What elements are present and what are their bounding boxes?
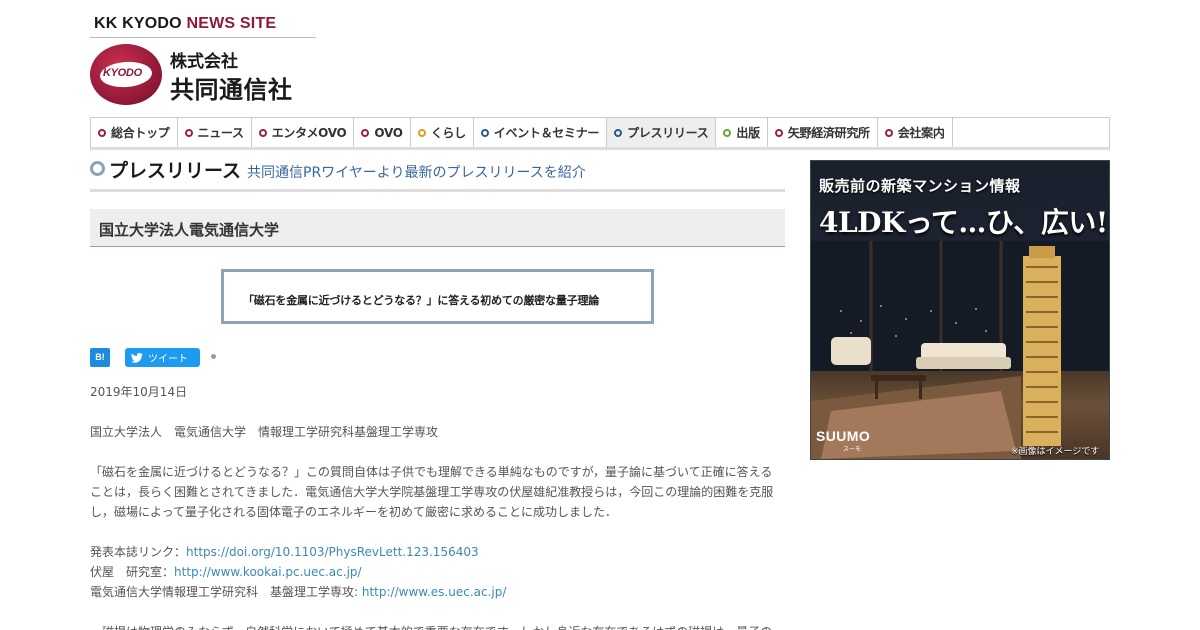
tweet-button[interactable]: ツイート (125, 348, 200, 367)
section-divider (90, 189, 785, 192)
nav-item-yano[interactable]: 矢野経済研究所 (768, 118, 878, 147)
nav-item-kurashi[interactable]: くらし (411, 118, 474, 147)
bullet-icon (480, 128, 489, 137)
nav-label: OVO (374, 125, 403, 140)
article-date: 2019年10月14日 (90, 385, 188, 399)
site-name-prefix: KK KYODO (94, 15, 187, 32)
headline-box: 「磁石を金属に近づけるとどうなる？」に答える初めての厳密な量子理論 (221, 269, 654, 324)
article-headline: 「磁石を金属に近づけるとどうなる？」に答える初めての厳密な量子理論 (243, 294, 600, 307)
nav-item-news[interactable]: ニュース (178, 118, 252, 147)
company-small-label: 株式会社 (170, 52, 238, 72)
nav-label: 矢野経済研究所 (787, 126, 870, 140)
nav-item-top[interactable]: 総合トップ (91, 118, 178, 147)
link-label: 伏屋 研究室： (90, 565, 175, 579)
bullet-icon (614, 128, 623, 137)
nav-label: くらし (430, 126, 466, 140)
logo-text: KYODO (103, 67, 142, 79)
share-separator (211, 354, 216, 359)
department-link[interactable]: http://www.es.uec.ac.jp/ (362, 585, 507, 599)
section-title: プレスリリース (109, 160, 242, 182)
nav-label: ニュース (197, 126, 245, 140)
nav-label: エンタメOVO (271, 126, 347, 140)
link-label: 電気通信大学情報理工学研究科 基盤理工学専攻: (90, 585, 362, 599)
lab-link[interactable]: http://www.kookai.pc.uec.ac.jp/ (174, 565, 362, 579)
hatena-bookmark-button[interactable]: B! (90, 348, 110, 367)
nav-item-company[interactable]: 会社案内 (878, 118, 953, 147)
link-line: 電気通信大学情報理工学研究科 基盤理工学専攻: http://www.es.ue… (90, 582, 780, 602)
article-affiliation: 国立大学法人 電気通信大学 情報理工学研究科基盤理工学専攻 (90, 425, 439, 439)
ad-headline: 4LDKって…ひ、広い! (819, 206, 1108, 239)
kyodo-logo[interactable]: KYODO (90, 44, 162, 105)
suumo-logo-sub: スーモ (843, 446, 862, 453)
nav-label: イベント＆セミナー (493, 126, 600, 140)
ad-disclaimer: ※画像はイメージです (1011, 447, 1100, 457)
organization-bar: 国立大学法人電気通信大学 (90, 209, 785, 247)
paper-link[interactable]: https://doi.org/10.1103/PhysRevLett.123.… (186, 545, 479, 559)
ad-tagline: 販売前の新築マンション情報 (819, 177, 1021, 195)
section-subtitle: 共同通信PRワイヤーより最新のプレスリリースを紹介 (247, 165, 586, 181)
header-divider (90, 37, 316, 38)
nav-item-ovo[interactable]: OVO (354, 118, 411, 147)
bullet-icon (884, 128, 893, 137)
nav-item-entame-ovo[interactable]: エンタメOVO (252, 118, 355, 147)
bullet-icon (361, 128, 370, 137)
nav-item-press-release[interactable]: プレスリリース (607, 118, 717, 147)
nav-label: 会社案内 (897, 126, 945, 140)
suumo-advertisement[interactable]: 販売前の新築マンション情報 4LDKって…ひ、広い! suumo スーモ ※画像… (810, 160, 1110, 460)
company-name[interactable]: 共同通信社 (170, 70, 293, 105)
link-line: 発表本誌リンク：https://doi.org/10.1103/PhysRevL… (90, 542, 780, 562)
nav-label: プレスリリース (627, 126, 709, 140)
nav-label: 出版 (736, 126, 760, 140)
site-name-suffix: NEWS SITE (186, 15, 277, 32)
section-circle-icon (90, 161, 105, 176)
organization-name: 国立大学法人電気通信大学 (99, 221, 280, 239)
bullet-icon (258, 128, 267, 137)
site-name[interactable]: KK KYODO NEWS SITE (94, 15, 276, 33)
main-nav: 総合トップ ニュース エンタメOVO OVO くらし イベント＆セミナー プレス… (90, 117, 1110, 150)
twitter-bird-icon (131, 352, 143, 363)
nav-label: 総合トップ (111, 126, 170, 140)
bullet-icon (774, 128, 783, 137)
bullet-icon (417, 128, 426, 137)
bullet-icon (184, 128, 193, 137)
nav-item-publishing[interactable]: 出版 (716, 118, 768, 147)
link-line: 伏屋 研究室：http://www.kookai.pc.uec.ac.jp/ (90, 562, 780, 582)
bullet-icon (723, 128, 732, 137)
tweet-label: ツイート (148, 354, 188, 365)
article-paragraph-2: 磁場は物理学のみならず，自然科学において極めて基本的で重要な存在です．しかし身近… (90, 622, 780, 630)
link-label: 発表本誌リンク： (90, 545, 187, 559)
nav-item-events[interactable]: イベント＆セミナー (474, 118, 608, 147)
article-paragraph: 「磁石を金属に近づけるとどうなる？」この質問自体は子供でも理解できる単純なもので… (90, 465, 774, 519)
suumo-logo: suumo (816, 428, 871, 444)
bullet-icon (98, 128, 106, 137)
